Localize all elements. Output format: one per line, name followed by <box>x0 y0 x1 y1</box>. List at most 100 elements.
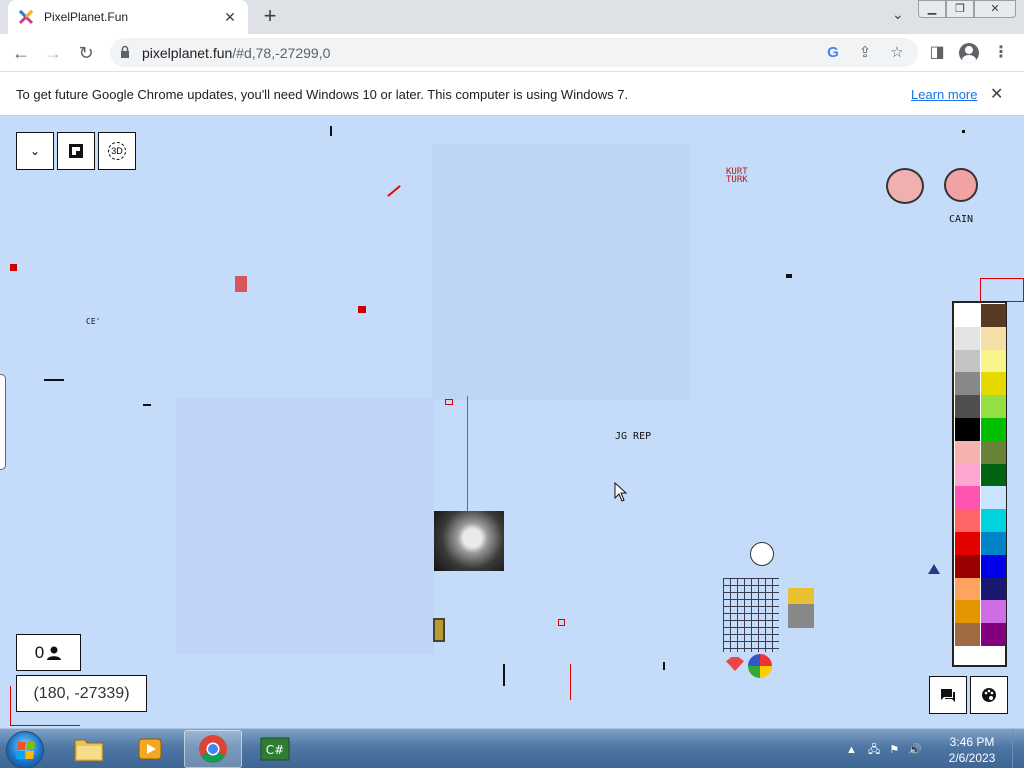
palette-swatch[interactable] <box>981 554 1006 578</box>
forward-arrow-icon[interactable]: → <box>40 40 66 66</box>
palette-swatch[interactable] <box>981 600 1006 624</box>
palette-swatch[interactable] <box>981 440 1006 464</box>
mouse-cursor-icon <box>614 482 628 502</box>
reload-icon[interactable]: ↻ <box>73 40 99 66</box>
palette-swatch[interactable] <box>981 509 1006 532</box>
chat-button[interactable] <box>929 676 967 714</box>
folder-icon <box>74 739 104 762</box>
tab-strip: PixelPlanet.Fun ✕ + ⌄ ▁ ❐ ✕ <box>0 0 1024 34</box>
palette-swatch[interactable] <box>955 440 980 464</box>
taskbar-chrome[interactable] <box>184 730 242 768</box>
palette-swatch[interactable] <box>981 623 1006 646</box>
character-pixel-art <box>944 168 978 202</box>
volume-icon[interactable]: 🔊 <box>908 744 922 756</box>
minimize-button[interactable]: ▁ <box>918 0 946 18</box>
browser-toolbar: ← → ↻ pixelplanet.fun/#d,78,-27299,0 G ⇪… <box>0 34 1024 71</box>
network-icon[interactable]: 🖧 <box>868 744 880 756</box>
palette-swatch[interactable] <box>955 600 980 624</box>
canvas-select-button[interactable] <box>57 132 95 170</box>
side-panel-icon[interactable]: ◨ <box>924 40 950 66</box>
palette-swatch[interactable] <box>955 349 980 373</box>
tab-close-icon[interactable]: ✕ <box>222 9 238 26</box>
canvas-chunk <box>432 144 690 400</box>
action-center-icon[interactable]: ⚑ <box>889 744 899 756</box>
palette-swatch[interactable] <box>981 304 1006 327</box>
sudoku-pixel-art <box>723 578 779 652</box>
palette-swatch[interactable] <box>981 486 1006 510</box>
palette-swatch[interactable] <box>981 372 1006 396</box>
tab-search-chevron-icon[interactable]: ⌄ <box>892 6 904 23</box>
canvas-select-icon <box>69 144 83 158</box>
palette-swatch[interactable] <box>955 326 980 350</box>
coordinates-display: (180, -27339) <box>16 675 147 712</box>
infobar-close-icon[interactable]: ✕ <box>990 84 1003 104</box>
online-users-counter[interactable]: 0 <box>16 634 81 671</box>
google-lens-icon[interactable]: G <box>823 43 843 63</box>
palette-swatch[interactable] <box>955 554 980 578</box>
art-label-ce: CE' <box>86 317 101 326</box>
palette-swatch[interactable] <box>981 577 1006 601</box>
taskbar-media-player[interactable] <box>122 730 180 768</box>
canvas-chunk <box>176 398 434 654</box>
palette-swatch[interactable] <box>955 531 980 555</box>
palette-swatch[interactable] <box>981 326 1006 350</box>
palette-swatch[interactable] <box>981 395 1006 418</box>
new-tab-button[interactable]: + <box>258 5 282 29</box>
palette-swatch[interactable] <box>955 372 980 396</box>
art-label-turk: TURK <box>726 175 748 185</box>
share-icon[interactable]: ⇪ <box>855 43 875 63</box>
taskbar-clock[interactable]: 3:46 PM 2/6/2023 <box>940 734 1004 766</box>
art-label-jg-rep: JG REP <box>615 431 652 442</box>
start-button[interactable] <box>6 731 44 768</box>
tray-expand-icon[interactable]: ▲ <box>846 744 857 756</box>
palette-swatch[interactable] <box>955 417 980 441</box>
gem-pixel-art <box>726 657 744 671</box>
restore-button[interactable]: ❐ <box>946 0 974 18</box>
pixel-mark <box>503 664 505 686</box>
pixel-mark <box>445 399 453 405</box>
back-arrow-icon[interactable]: ← <box>8 40 34 66</box>
palette-swatch[interactable] <box>955 577 980 601</box>
color-palette <box>952 301 1007 667</box>
side-panel-handle[interactable] <box>0 374 6 470</box>
palette-swatch[interactable] <box>955 463 980 487</box>
palette-swatch[interactable] <box>955 623 980 646</box>
pixelplanet-favicon-icon <box>18 9 34 25</box>
media-player-icon <box>138 738 162 760</box>
show-desktop-button[interactable] <box>1012 729 1024 768</box>
palette-swatch[interactable] <box>981 463 1006 487</box>
pixel-mark <box>235 276 247 292</box>
learn-more-link[interactable]: Learn more <box>911 87 977 102</box>
window-close-button[interactable]: ✕ <box>974 0 1016 18</box>
3d-view-button[interactable]: 3D <box>98 132 136 170</box>
pixel-mark <box>358 306 366 313</box>
pixel-mark <box>786 274 792 278</box>
menu-toggle-button[interactable]: ⌄ <box>16 132 54 170</box>
windows-taskbar: C# ▲ 🖧 ⚑ 🔊 3:46 PM 2/6/2023 <box>0 728 1024 768</box>
pixel-mark <box>44 379 64 381</box>
palette-toggle-button[interactable] <box>970 676 1008 714</box>
pixel-mark <box>570 664 571 700</box>
lock-icon <box>121 45 129 58</box>
palette-swatch[interactable] <box>955 395 980 418</box>
pixel-mark <box>962 130 965 133</box>
palette-swatch[interactable] <box>981 349 1006 373</box>
windows-logo-icon <box>16 742 35 759</box>
user-icon <box>47 646 62 660</box>
palette-swatch[interactable] <box>955 304 980 327</box>
menu-kebab-icon[interactable]: ⋮ <box>988 40 1014 66</box>
palette-swatch[interactable] <box>955 509 980 532</box>
palette-swatch[interactable] <box>981 417 1006 441</box>
palette-swatch[interactable] <box>955 486 980 510</box>
address-bar[interactable]: pixelplanet.fun/#d,78,-27299,0 G ⇪ ☆ <box>110 38 918 67</box>
palette-swatch[interactable] <box>981 531 1006 555</box>
pixel-mark <box>980 278 1024 302</box>
pixel-canvas[interactable]: KURT TURK CAIN JG REP CE' ⌄ 3D 0 (180, -… <box>0 116 1024 728</box>
profile-avatar[interactable] <box>956 40 982 66</box>
3d-globe-icon: 3D <box>108 142 126 160</box>
taskbar-explorer[interactable] <box>60 730 118 768</box>
taskbar-csharp-app[interactable]: C# <box>246 730 304 768</box>
art-label-cain: CAIN <box>949 214 974 225</box>
bookmark-star-icon[interactable]: ☆ <box>887 43 907 63</box>
tab-pixelplanet[interactable]: PixelPlanet.Fun ✕ <box>8 0 248 34</box>
